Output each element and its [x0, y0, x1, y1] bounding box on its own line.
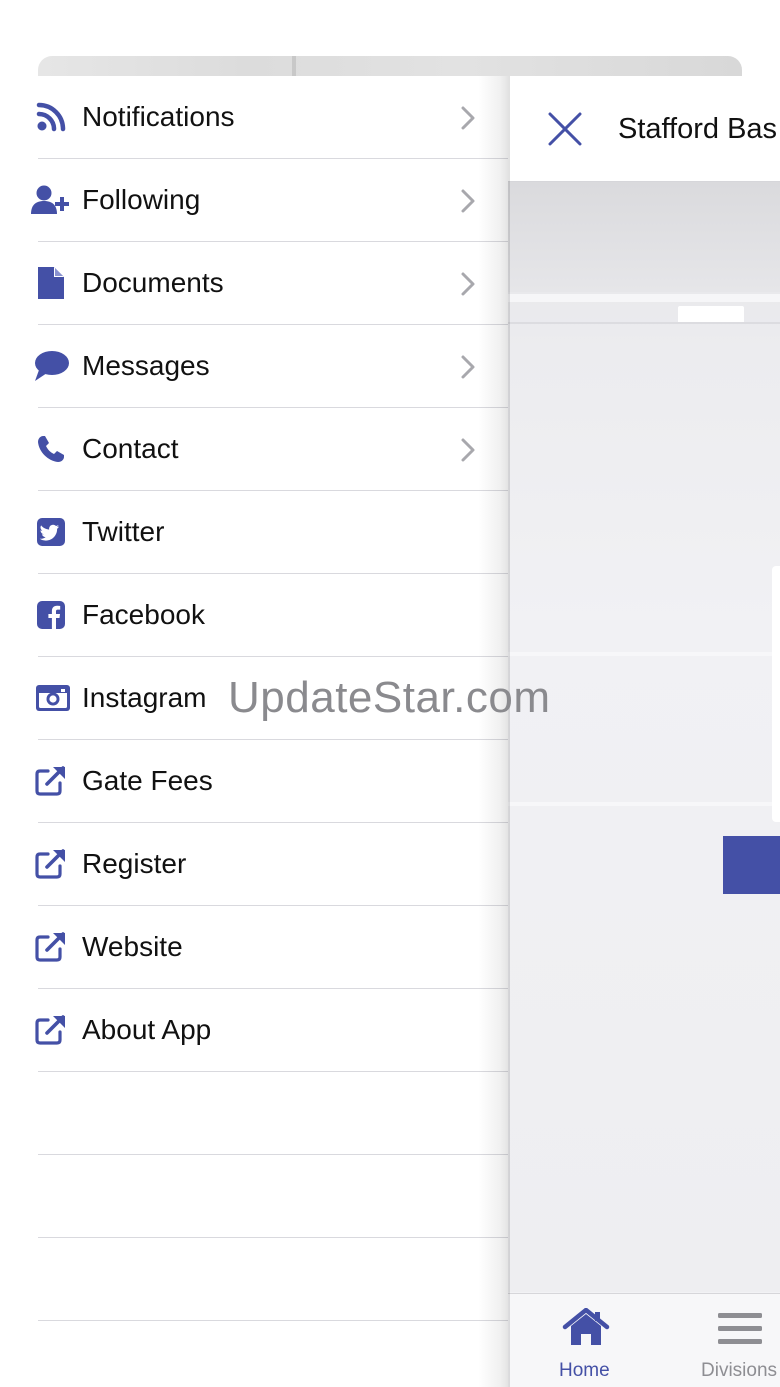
menu-item-facebook[interactable]: Facebook — [0, 574, 508, 657]
main-panel[interactable]: Stafford Bas Home Divisions — [508, 76, 780, 1387]
menu-item-label: Notifications — [82, 101, 235, 132]
external-link-icon — [32, 1013, 70, 1047]
menu-item-contact[interactable]: Contact — [0, 408, 508, 491]
hero-image — [508, 182, 780, 1292]
chevron-right-icon — [461, 355, 475, 379]
camera-icon — [34, 681, 72, 715]
chevron-right-icon — [461, 438, 475, 462]
menu-item-label: Register — [82, 848, 187, 879]
menu-item-label: Following — [82, 184, 201, 215]
menu-item-register[interactable]: Register — [0, 823, 508, 906]
menu-icon — [718, 1313, 762, 1344]
watermark: UpdateStar.com — [228, 673, 551, 722]
menu-item-messages[interactable]: Messages — [0, 325, 508, 408]
phone-icon — [32, 432, 70, 466]
menu-item-label: Messages — [82, 350, 210, 381]
action-button[interactable] — [723, 836, 780, 894]
close-icon[interactable] — [546, 110, 584, 148]
menu-item-label: Gate Fees — [82, 765, 213, 796]
menu-item-website[interactable]: Website — [0, 906, 508, 989]
tab-home[interactable]: Home — [548, 1294, 624, 1387]
tab-label: Divisions — [701, 1360, 778, 1381]
menu-item-label: Twitter — [82, 516, 165, 547]
chevron-right-icon — [461, 106, 475, 130]
divider — [38, 1320, 508, 1321]
menu-item-label: About App — [82, 1014, 212, 1045]
screen: Notifications Following Documents Messag… — [0, 0, 780, 1387]
menu-item-twitter[interactable]: Twitter — [0, 491, 508, 574]
menu-item-label: Documents — [82, 267, 224, 298]
document-icon — [32, 266, 70, 300]
menu-empty-row — [0, 1238, 508, 1321]
menu-item-gate-fees[interactable]: Gate Fees — [0, 740, 508, 823]
user-plus-icon — [30, 183, 72, 217]
external-link-icon — [32, 930, 70, 964]
info-card — [772, 566, 780, 822]
menu-empty-row — [0, 1072, 508, 1155]
rss-icon — [32, 100, 70, 134]
panel-header: Stafford Bas — [508, 76, 780, 182]
menu-item-label: Contact — [82, 433, 179, 464]
menu-item-notifications[interactable]: Notifications — [0, 76, 508, 159]
menu-item-following[interactable]: Following — [0, 159, 508, 242]
menu-item-label: Website — [82, 931, 183, 962]
external-link-icon — [32, 847, 70, 881]
chevron-right-icon — [461, 189, 475, 213]
chat-bubble-icon — [32, 349, 70, 383]
side-menu: Notifications Following Documents Messag… — [0, 76, 508, 1387]
tab-label: Home — [559, 1360, 610, 1381]
menu-empty-row — [0, 1155, 508, 1238]
external-link-icon — [32, 764, 70, 798]
facebook-icon — [32, 598, 70, 632]
home-icon — [562, 1308, 610, 1345]
menu-item-documents[interactable]: Documents — [0, 242, 508, 325]
tab-divisions[interactable]: Divisions — [698, 1294, 780, 1387]
twitter-icon — [32, 515, 70, 549]
tab-bar: Home Divisions — [508, 1293, 780, 1387]
page-title: Stafford Bas — [618, 113, 778, 145]
menu-item-label: Instagram — [82, 682, 207, 713]
menu-item-label: Facebook — [82, 599, 205, 630]
menu-item-about-app[interactable]: About App — [0, 989, 508, 1072]
chevron-right-icon — [461, 272, 475, 296]
